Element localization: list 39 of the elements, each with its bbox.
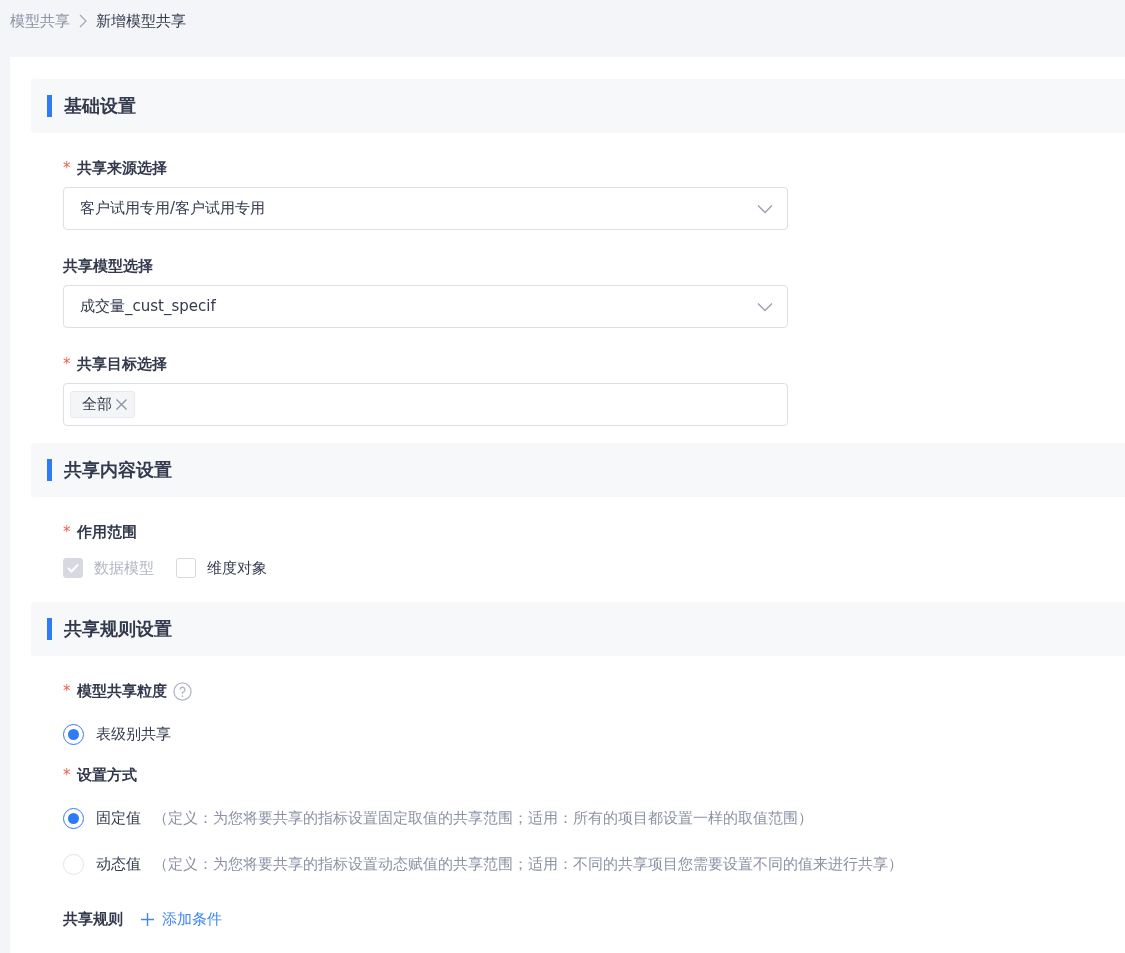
section-marker <box>47 459 52 481</box>
required-mark: * <box>63 682 71 700</box>
field-label: 共享目标选择 <box>76 354 167 374</box>
required-mark: * <box>63 159 71 177</box>
section-marker <box>47 95 52 117</box>
help-icon[interactable] <box>172 681 192 701</box>
tag-select-field[interactable]: 全部 <box>63 383 788 426</box>
section-marker <box>47 618 52 640</box>
field-label: 模型共享粒度 <box>76 681 167 701</box>
required-mark: * <box>63 523 71 541</box>
radio-label: 固定值 <box>96 808 141 828</box>
section-title: 基础设置 <box>64 94 136 118</box>
tag-label: 全部 <box>82 395 112 414</box>
section-title: 共享内容设置 <box>64 458 172 482</box>
checkbox-label: 数据模型 <box>94 558 154 578</box>
field-label: 共享规则 <box>63 909 123 929</box>
select-field[interactable]: 客户试用专用/客户试用专用 <box>63 187 788 230</box>
checkbox[interactable] <box>176 558 196 578</box>
checkbox-label: 维度对象 <box>207 558 267 578</box>
plus-icon <box>141 912 154 926</box>
chevron-down-icon <box>757 301 773 312</box>
breadcrumb-item: 新增模型共享 <box>96 11 186 31</box>
close-icon[interactable] <box>115 398 128 411</box>
field-label: 设置方式 <box>76 765 137 785</box>
required-mark: * <box>63 766 71 784</box>
field-label: 共享来源选择 <box>76 158 167 178</box>
chevron-right-icon <box>78 14 88 28</box>
field-label: 作用范围 <box>76 522 137 542</box>
option-description: （定义：为您将要共享的指标设置固定取值的共享范围；适用：所有的项目都设置一样的取值范围） <box>153 808 813 828</box>
required-mark: * <box>63 355 71 373</box>
radio-label: 动态值 <box>96 854 141 874</box>
option-description: （定义：为您将要共享的指标设置动态赋值的共享范围；适用：不同的共享项目您需要设置不同的值来进行共享） <box>153 854 903 874</box>
field-label: 共享模型选择 <box>63 256 153 276</box>
radio-label: 表级别共享 <box>96 724 171 744</box>
check-icon <box>67 563 79 573</box>
select-field[interactable]: 成交量_cust_specif <box>63 285 788 328</box>
section-title: 共享规则设置 <box>64 617 172 641</box>
chevron-down-icon <box>757 203 773 214</box>
add-condition-link[interactable]: 添加条件 <box>141 909 222 929</box>
